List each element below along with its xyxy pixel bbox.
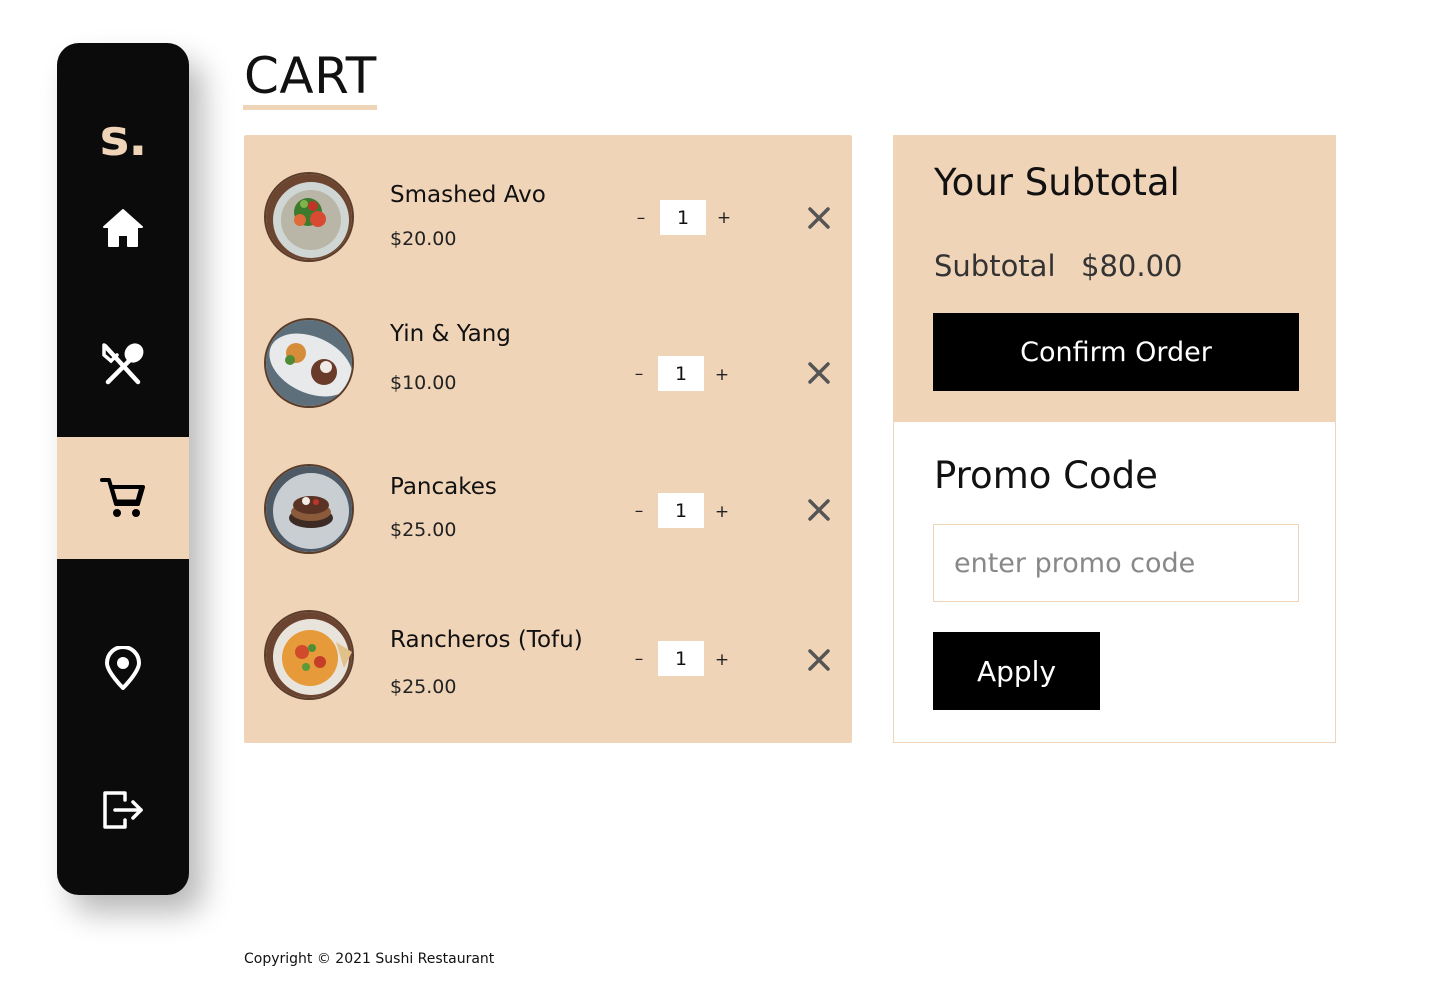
cart-item: Pancakes $25.00 – + (244, 464, 852, 564)
item-name: Smashed Avo (390, 182, 546, 208)
map-pin-icon (105, 646, 141, 690)
remove-item-icon[interactable] (806, 205, 832, 231)
cart-item: Rancheros (Tofu) $25.00 – + (244, 610, 852, 710)
decrease-quantity-button[interactable]: – (629, 206, 653, 230)
item-price: $25.00 (390, 676, 457, 698)
quantity-input[interactable] (658, 641, 704, 676)
cart-icon (100, 478, 145, 517)
food-image (264, 610, 354, 700)
decrease-quantity-button[interactable]: – (627, 647, 651, 671)
sidebar: s. (57, 43, 189, 895)
utensils-icon (102, 343, 144, 385)
increase-quantity-button[interactable]: + (710, 363, 734, 387)
remove-item-icon[interactable] (806, 497, 832, 523)
apply-promo-button[interactable]: Apply (933, 632, 1100, 710)
remove-item-icon[interactable] (806, 647, 832, 673)
copyright-footer: Copyright © 2021 Sushi Restaurant (244, 951, 495, 967)
sidebar-item-cart[interactable] (57, 437, 189, 559)
subtotal-value: $80.00 (1081, 249, 1183, 283)
item-name: Rancheros (Tofu) (390, 627, 583, 653)
quantity-input[interactable] (658, 356, 704, 391)
page-title: CART (244, 47, 377, 105)
increase-quantity-button[interactable]: + (712, 206, 736, 230)
decrease-quantity-button[interactable]: – (627, 362, 651, 386)
subtotal-panel: Your Subtotal Subtotal $80.00 Confirm Or… (894, 136, 1335, 422)
logout-icon (103, 791, 143, 829)
sidebar-item-menu[interactable] (57, 303, 189, 425)
sidebar-item-logout[interactable] (57, 749, 189, 871)
promo-code-input[interactable] (933, 524, 1299, 602)
sidebar-item-location[interactable] (57, 607, 189, 729)
increase-quantity-button[interactable]: + (710, 648, 734, 672)
food-image (264, 464, 354, 554)
promo-heading: Promo Code (934, 454, 1158, 497)
cart-item: Yin & Yang $10.00 – + (244, 318, 852, 418)
item-name: Pancakes (390, 474, 497, 500)
quantity-input[interactable] (660, 200, 706, 235)
cart-list: Smashed Avo $20.00 – + Yin & Yang $10.00… (244, 135, 852, 743)
item-price: $10.00 (390, 372, 457, 394)
food-image (264, 318, 354, 408)
subtotal-label: Subtotal (934, 249, 1056, 283)
food-image (264, 172, 354, 262)
subtotal-heading: Your Subtotal (934, 161, 1180, 204)
sidebar-item-home[interactable] (57, 167, 189, 289)
item-price: $20.00 (390, 228, 457, 250)
quantity-input[interactable] (658, 493, 704, 528)
logo[interactable]: s. (57, 113, 189, 163)
increase-quantity-button[interactable]: + (710, 500, 734, 524)
item-name: Yin & Yang (390, 321, 511, 347)
decrease-quantity-button[interactable]: – (627, 499, 651, 523)
cart-item: Smashed Avo $20.00 – + (244, 172, 852, 272)
title-underline (243, 105, 377, 110)
order-summary: Your Subtotal Subtotal $80.00 Confirm Or… (893, 135, 1336, 743)
confirm-order-button[interactable]: Confirm Order (933, 313, 1299, 391)
home-icon (103, 209, 143, 247)
remove-item-icon[interactable] (806, 360, 832, 386)
item-price: $25.00 (390, 519, 457, 541)
